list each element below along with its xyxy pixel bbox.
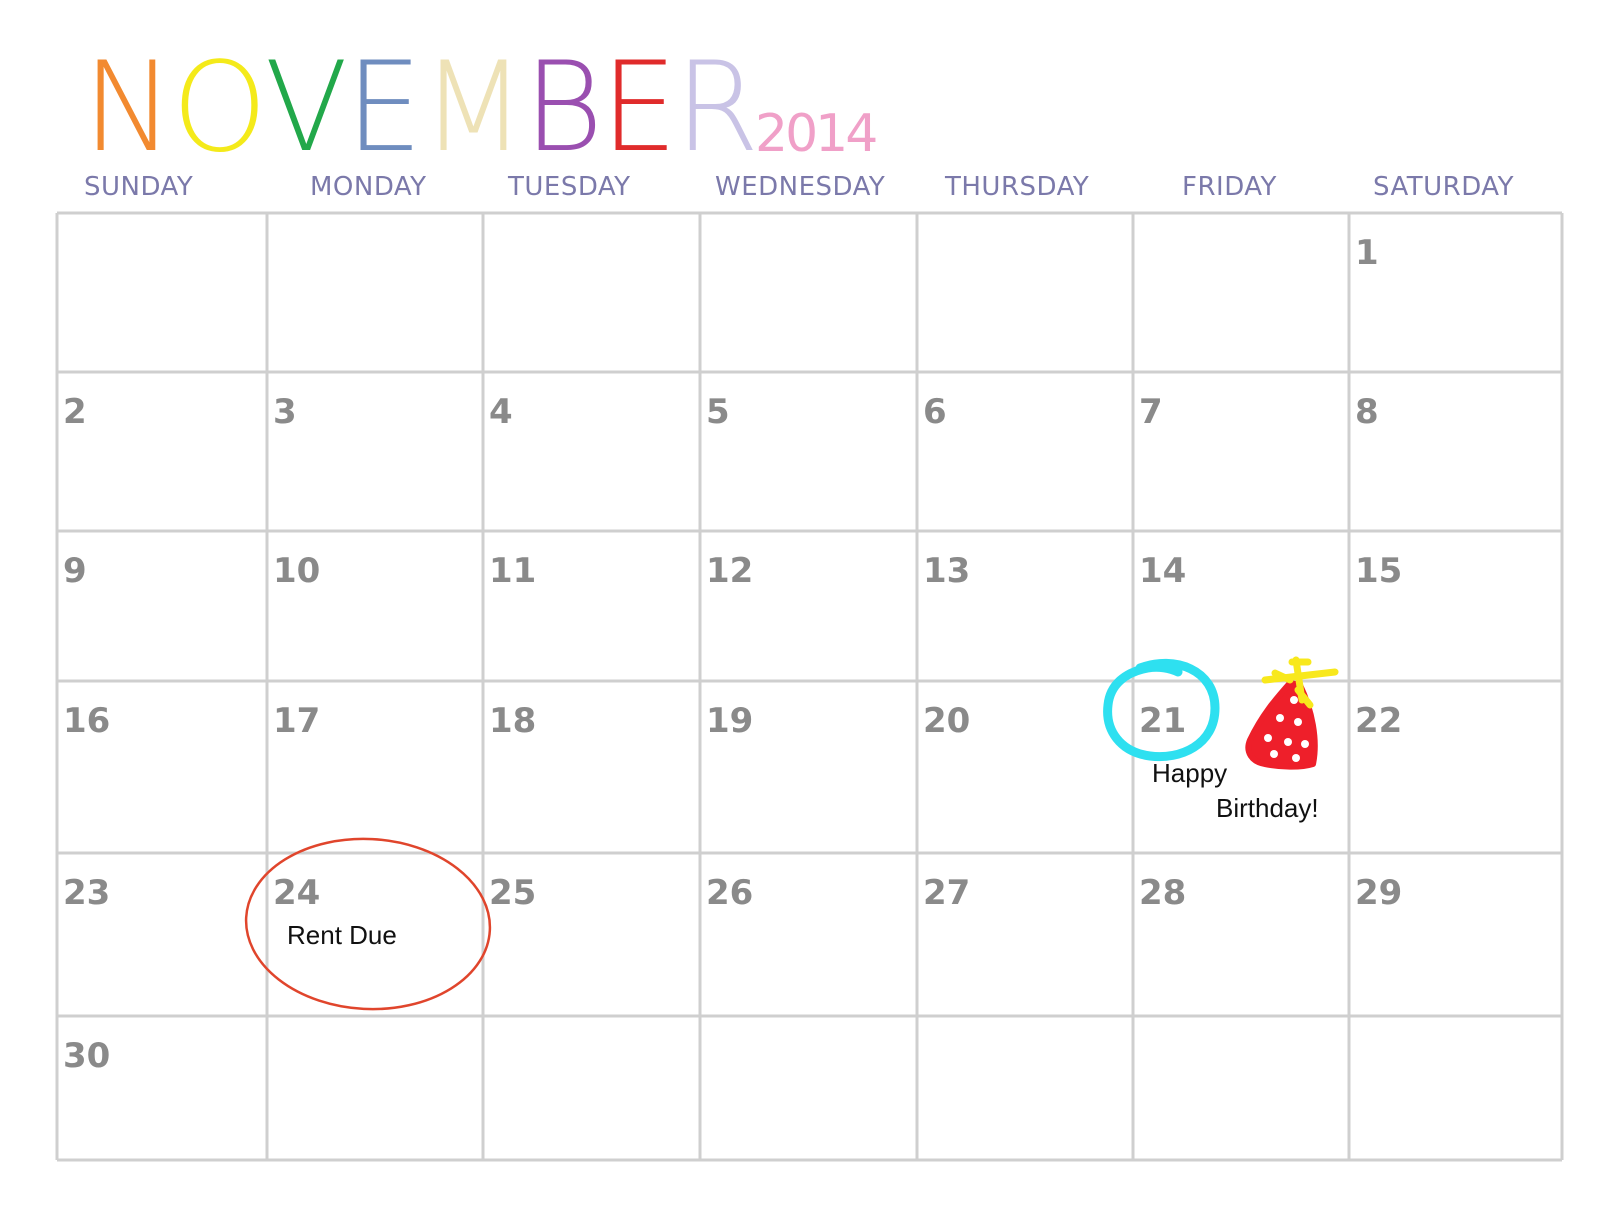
day-cell[interactable] <box>917 213 1133 372</box>
day-number: 3 <box>273 392 297 432</box>
day-number: 16 <box>63 701 111 741</box>
day-cell[interactable]: 15 <box>1349 531 1562 681</box>
day-number: 9 <box>63 551 87 591</box>
day-cell[interactable]: 18 <box>483 681 700 853</box>
day-number: 5 <box>706 392 730 432</box>
day-cell[interactable]: 29 <box>1349 853 1562 1016</box>
day-number: 1 <box>1355 233 1379 273</box>
day-number: 29 <box>1355 873 1403 913</box>
day-cell[interactable]: 25 <box>483 853 700 1016</box>
day-number: 23 <box>63 873 111 913</box>
day-number: 8 <box>1355 392 1379 432</box>
day-cell[interactable] <box>700 213 917 372</box>
day-cell[interactable] <box>1133 1016 1349 1160</box>
day-number: 26 <box>706 873 754 913</box>
day-cell[interactable]: 17 <box>267 681 483 853</box>
day-cell[interactable]: 9 <box>57 531 267 681</box>
day-number: 17 <box>273 701 321 741</box>
day-number: 19 <box>706 701 754 741</box>
day-cell[interactable]: 14 <box>1133 531 1349 681</box>
day-cell[interactable]: 6 <box>917 372 1133 531</box>
day-cell[interactable] <box>917 1016 1133 1160</box>
day-cell[interactable]: 2 <box>57 372 267 531</box>
day-cell[interactable]: 12 <box>700 531 917 681</box>
day-cell[interactable] <box>483 1016 700 1160</box>
day-cell[interactable] <box>57 213 267 372</box>
day-cell[interactable]: 22 <box>1349 681 1562 853</box>
day-number: 21 <box>1139 701 1187 741</box>
day-number: 4 <box>489 392 513 432</box>
day-number: 24 <box>273 873 321 913</box>
day-number: 27 <box>923 873 971 913</box>
day-number: 15 <box>1355 551 1403 591</box>
day-cell[interactable]: 5 <box>700 372 917 531</box>
day-cell[interactable]: 7 <box>1133 372 1349 531</box>
day-cell[interactable]: 3 <box>267 372 483 531</box>
day-cell[interactable]: 11 <box>483 531 700 681</box>
day-number: 11 <box>489 551 537 591</box>
day-number: 13 <box>923 551 971 591</box>
day-cell[interactable]: 20 <box>917 681 1133 853</box>
day-cell[interactable] <box>267 213 483 372</box>
day-cell[interactable]: 10 <box>267 531 483 681</box>
day-cell[interactable] <box>483 213 700 372</box>
day-cell[interactable]: 23 <box>57 853 267 1016</box>
day-number: 10 <box>273 551 321 591</box>
day-number: 20 <box>923 701 971 741</box>
day-number: 12 <box>706 551 754 591</box>
day-cell[interactable]: 16 <box>57 681 267 853</box>
calendar-cells: 1 2 3 4 5 6 7 8 9 10 11 12 13 14 15 16 17 18 19 20 21 22 23 24 2… <box>0 0 1600 1218</box>
day-cell[interactable] <box>1349 1016 1562 1160</box>
day-number: 6 <box>923 392 947 432</box>
day-number: 22 <box>1355 701 1403 741</box>
day-cell[interactable] <box>700 1016 917 1160</box>
day-number: 14 <box>1139 551 1187 591</box>
day-number: 2 <box>63 392 87 432</box>
happy-note: Happy <box>1152 758 1228 788</box>
rent-due-note: Rent Due <box>287 920 397 950</box>
birthday-note: Birthday! <box>1216 793 1319 823</box>
day-number: 30 <box>63 1036 111 1076</box>
day-cell[interactable]: 27 <box>917 853 1133 1016</box>
day-number: 7 <box>1139 392 1163 432</box>
day-cell[interactable]: 13 <box>917 531 1133 681</box>
day-number: 25 <box>489 873 537 913</box>
day-cell[interactable]: 30 <box>57 1016 267 1160</box>
day-number: 18 <box>489 701 537 741</box>
day-cell[interactable]: 28 <box>1133 853 1349 1016</box>
day-cell[interactable]: 1 <box>1349 213 1562 372</box>
day-cell[interactable]: 8 <box>1349 372 1562 531</box>
day-cell[interactable]: 26 <box>700 853 917 1016</box>
day-cell[interactable] <box>1133 213 1349 372</box>
day-cell[interactable] <box>267 1016 483 1160</box>
day-cell[interactable]: 19 <box>700 681 917 853</box>
day-number: 28 <box>1139 873 1187 913</box>
day-cell[interactable]: 4 <box>483 372 700 531</box>
